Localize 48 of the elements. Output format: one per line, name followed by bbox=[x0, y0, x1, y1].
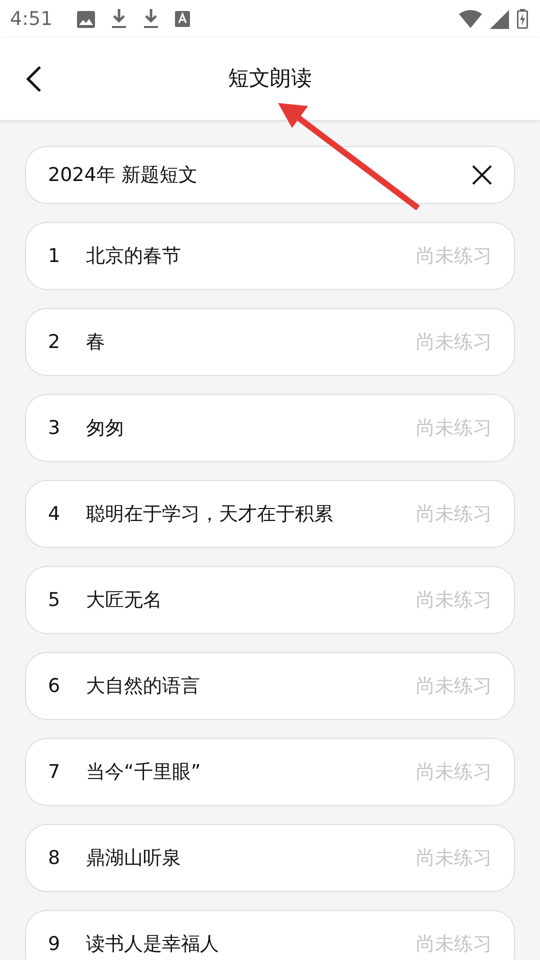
download-icon bbox=[142, 9, 159, 29]
practice-status: 尚未练习 bbox=[416, 244, 492, 269]
item-number: 7 bbox=[48, 760, 62, 785]
item-number: 4 bbox=[48, 502, 62, 527]
item-title: 春 bbox=[86, 330, 105, 355]
item-number: 3 bbox=[48, 416, 62, 441]
item-title: 当今“千里眼” bbox=[86, 760, 201, 785]
practice-status: 尚未练习 bbox=[416, 330, 492, 355]
item-title: 读书人是幸福人 bbox=[86, 932, 219, 957]
list-item[interactable]: 6 大自然的语言 尚未练习 bbox=[25, 652, 515, 720]
signal-icon bbox=[490, 10, 509, 28]
list-item[interactable]: 7 当今“千里眼” 尚未练习 bbox=[25, 738, 515, 806]
practice-status: 尚未练习 bbox=[416, 846, 492, 871]
item-title: 大自然的语言 bbox=[86, 674, 200, 699]
image-icon bbox=[76, 10, 95, 28]
download-icon bbox=[110, 9, 127, 29]
item-number: 1 bbox=[48, 244, 62, 269]
item-title: 聪明在于学习，天才在于积累 bbox=[86, 502, 333, 527]
item-title: 匆匆 bbox=[86, 416, 124, 441]
practice-status: 尚未练习 bbox=[416, 932, 492, 957]
item-title: 鼎湖山听泉 bbox=[86, 846, 181, 871]
wifi-icon bbox=[459, 10, 482, 28]
list-item[interactable]: 4 聪明在于学习，天才在于积累 尚未练习 bbox=[25, 480, 515, 548]
practice-status: 尚未练习 bbox=[416, 416, 492, 441]
back-icon bbox=[26, 66, 42, 92]
filter-selector[interactable]: 2024年 新题短文 bbox=[25, 146, 515, 204]
practice-status: 尚未练习 bbox=[416, 588, 492, 613]
item-number: 9 bbox=[48, 932, 62, 957]
item-title: 北京的春节 bbox=[86, 244, 181, 269]
status-time: 4:51 bbox=[10, 6, 53, 32]
item-number: 8 bbox=[48, 846, 62, 871]
practice-status: 尚未练习 bbox=[416, 502, 492, 527]
list-item[interactable]: 5 大匠无名 尚未练习 bbox=[25, 566, 515, 634]
list-item[interactable]: 3 匆匆 尚未练习 bbox=[25, 394, 515, 462]
close-icon bbox=[472, 165, 492, 185]
item-number: 5 bbox=[48, 588, 62, 613]
font-icon bbox=[174, 11, 190, 27]
list-item[interactable]: 2 春 尚未练习 bbox=[25, 308, 515, 376]
item-number: 2 bbox=[48, 330, 62, 355]
list-item[interactable]: 1 北京的春节 尚未练习 bbox=[25, 222, 515, 290]
list-item[interactable]: 8 鼎湖山听泉 尚未练习 bbox=[25, 824, 515, 892]
page-title: 短文朗读 bbox=[228, 65, 312, 92]
list-item[interactable]: 9 读书人是幸福人 尚未练习 bbox=[25, 910, 515, 960]
practice-status: 尚未练习 bbox=[416, 760, 492, 785]
battery-icon bbox=[517, 9, 528, 29]
practice-status: 尚未练习 bbox=[416, 674, 492, 699]
item-number: 6 bbox=[48, 674, 62, 699]
item-title: 大匠无名 bbox=[86, 588, 162, 613]
